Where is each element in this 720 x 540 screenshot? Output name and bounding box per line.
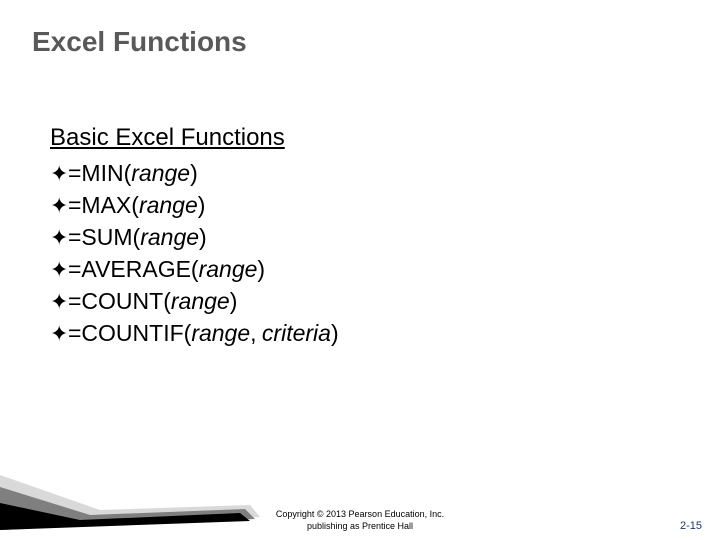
list-item: ✦ =COUNT(range) — [50, 286, 670, 316]
bullet-icon: ✦ — [50, 255, 68, 285]
bullet-text: =SUM(range) — [68, 222, 207, 252]
subheading: Basic Excel Functions — [50, 124, 670, 152]
bullet-icon: ✦ — [50, 191, 68, 221]
bullet-text: =AVERAGE(range) — [68, 254, 265, 284]
bullet-icon: ✦ — [50, 319, 68, 349]
copyright-line-1: Copyright © 2013 Pearson Education, Inc. — [276, 509, 444, 519]
slide-title: Excel Functions — [32, 26, 247, 58]
bullet-icon: ✦ — [50, 223, 68, 253]
list-item: ✦ =AVERAGE(range) — [50, 254, 670, 284]
slide: Excel Functions Basic Excel Functions ✦ … — [0, 0, 720, 540]
content-area: Basic Excel Functions ✦ =MIN(range) ✦ =M… — [50, 124, 670, 350]
bullet-text: =COUNT(range) — [68, 286, 237, 316]
bullet-text: =COUNTIF(range, criteria) — [68, 318, 339, 348]
bullet-text: =MIN(range) — [68, 158, 198, 188]
list-item: ✦ =SUM(range) — [50, 222, 670, 252]
bullet-text: =MAX(range) — [68, 190, 205, 220]
list-item: ✦ =MAX(range) — [50, 190, 670, 220]
list-item: ✦ =MIN(range) — [50, 158, 670, 188]
list-item: ✦ =COUNTIF(range, criteria) — [50, 318, 670, 348]
bullet-icon: ✦ — [50, 287, 68, 317]
page-number: 2-15 — [680, 520, 702, 532]
copyright-line-2: publishing as Prentice Hall — [307, 521, 413, 531]
copyright-footer: Copyright © 2013 Pearson Education, Inc.… — [0, 508, 720, 532]
bullet-icon: ✦ — [50, 159, 68, 189]
